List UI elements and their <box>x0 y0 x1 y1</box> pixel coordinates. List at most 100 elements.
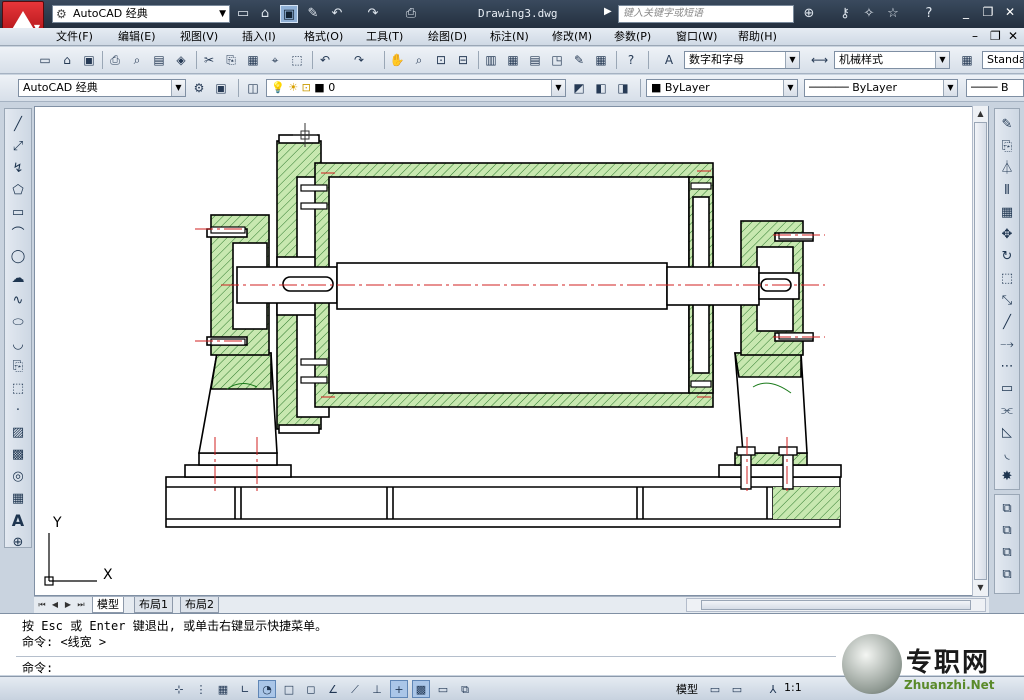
binoculars-icon[interactable]: ⊕ <box>800 5 818 23</box>
polyline-icon[interactable]: ↯ <box>8 159 28 179</box>
open-folder-icon[interactable]: ⌂ <box>256 5 274 23</box>
help-icon[interactable]: ? <box>622 51 640 69</box>
prev-tab-icon[interactable]: ◀ <box>49 598 61 611</box>
scrollbar-thumb[interactable] <box>701 600 971 610</box>
new-icon[interactable]: ▭ <box>36 51 54 69</box>
doc-close-icon[interactable]: ✕ <box>1008 29 1018 43</box>
region-icon[interactable]: ◎ <box>8 467 28 487</box>
menu-file[interactable]: 文件(F) <box>56 29 93 45</box>
text-style-select[interactable]: 数字和字母 ▼ <box>684 51 800 69</box>
send-under-icon[interactable]: ⧉ <box>997 565 1017 585</box>
horizontal-scrollbar[interactable] <box>686 598 986 612</box>
layer-properties-icon[interactable]: ◫ <box>244 79 262 97</box>
insert-block-icon[interactable]: ⎘ <box>8 357 28 377</box>
open-icon[interactable]: ⌂ <box>58 51 76 69</box>
print-icon[interactable]: ⎙ <box>402 5 420 23</box>
redo-icon[interactable]: ↷ <box>350 51 368 69</box>
spline-icon[interactable]: ∿ <box>8 291 28 311</box>
copy-icon[interactable]: ⎘ <box>222 51 240 69</box>
color-select[interactable]: ■ ByLayer ▼ <box>646 79 798 97</box>
extend-icon[interactable]: ⤍ <box>997 335 1017 355</box>
ellipse-arc-icon[interactable]: ◡ <box>8 335 28 355</box>
make-block-icon[interactable]: ⬚ <box>8 379 28 399</box>
send-to-back-icon[interactable]: ⧉ <box>997 521 1017 541</box>
match-properties-icon[interactable]: ⌖ <box>266 51 284 69</box>
paste-icon[interactable]: ▦ <box>244 51 262 69</box>
infer-constraints-icon[interactable]: ⊹ <box>170 680 188 698</box>
save-icon[interactable]: ▣ <box>280 5 298 23</box>
layer-state-icon[interactable]: ◨ <box>614 79 632 97</box>
explode-icon[interactable]: ✸ <box>997 467 1017 487</box>
transparency-icon[interactable]: ▩ <box>412 680 430 698</box>
workspace-select[interactable]: AutoCAD 经典 ▼ <box>18 79 186 97</box>
break-at-point-icon[interactable]: ⋯ <box>997 357 1017 377</box>
scroll-down-icon[interactable]: ▼ <box>973 580 988 595</box>
3d-dwf-icon[interactable]: ◈ <box>172 51 190 69</box>
key-icon[interactable]: ⚷ <box>836 5 854 23</box>
block-editor-icon[interactable]: ⬚ <box>288 51 306 69</box>
scroll-up-icon[interactable]: ▲ <box>973 106 988 121</box>
revision-cloud-icon[interactable]: ☁ <box>8 269 28 289</box>
line-icon[interactable]: ╱ <box>8 115 28 135</box>
object-snap-icon[interactable]: □ <box>280 680 298 698</box>
help-icon[interactable]: ? <box>920 5 938 23</box>
quick-properties-icon[interactable]: ▭ <box>434 680 452 698</box>
menu-edit[interactable]: 编辑(E) <box>118 29 156 45</box>
save-as-icon[interactable]: ✎ <box>304 5 322 23</box>
lineweight-icon[interactable]: + <box>390 680 408 698</box>
join-icon[interactable]: ⫘ <box>997 401 1017 421</box>
linetype-select[interactable]: ────── ByLayer ▼ <box>804 79 958 97</box>
allow-ucs-icon[interactable]: ⟋ <box>346 680 364 698</box>
bring-above-icon[interactable]: ⧉ <box>997 543 1017 563</box>
undo-icon[interactable]: ↶ <box>328 5 346 23</box>
sheet-set-icon[interactable]: ◳ <box>548 51 566 69</box>
arc-icon[interactable]: ⌒ <box>8 225 28 245</box>
model-space-label[interactable]: 模型 <box>676 681 698 697</box>
table-style-icon[interactable]: ▦ <box>958 51 976 69</box>
dim-style-icon[interactable]: ⟷ <box>810 51 828 69</box>
bring-to-front-icon[interactable]: ⧉ <box>997 499 1017 519</box>
erase-icon[interactable]: ✎ <box>997 115 1017 135</box>
menu-dimension[interactable]: 标注(N) <box>490 29 529 45</box>
selection-cycling-icon[interactable]: ⧉ <box>456 680 474 698</box>
array-icon[interactable]: ▦ <box>997 203 1017 223</box>
polygon-icon[interactable]: ⬠ <box>8 181 28 201</box>
tab-layout2[interactable]: 布局2 <box>180 597 219 613</box>
doc-restore-icon[interactable]: ❐ <box>990 29 1001 43</box>
drawing-canvas[interactable]: Y X <box>34 106 989 596</box>
cut-icon[interactable]: ✂ <box>200 51 218 69</box>
dim-style-select[interactable]: 机械样式 ▼ <box>834 51 950 69</box>
customize-icon[interactable]: ▣ <box>212 79 230 97</box>
layer-select[interactable]: 💡 ☀ ⊡ ■ 0 ▼ <box>266 79 566 97</box>
chamfer-icon[interactable]: ◺ <box>997 423 1017 443</box>
design-center-icon[interactable]: ▦ <box>504 51 522 69</box>
next-tab-icon[interactable]: ▶ <box>62 598 74 611</box>
break-icon[interactable]: ▭ <box>997 379 1017 399</box>
table-style-select[interactable]: Standa <box>982 51 1024 69</box>
menu-tools[interactable]: 工具(T) <box>366 29 403 45</box>
first-tab-icon[interactable]: ⏮ <box>36 598 48 611</box>
quickcalc-icon[interactable]: ▦ <box>592 51 610 69</box>
preview-icon[interactable]: ⌕ <box>128 51 146 69</box>
copy-object-icon[interactable]: ⎘ <box>997 137 1017 157</box>
menu-help[interactable]: 帮助(H) <box>738 29 777 45</box>
annotation-scale-icon[interactable]: ⅄ <box>764 680 782 698</box>
zoom-window-icon[interactable]: ⊡ <box>432 51 450 69</box>
ellipse-icon[interactable]: ⬭ <box>8 313 28 333</box>
tab-model[interactable]: 模型 <box>92 597 124 613</box>
add-selected-icon[interactable]: ⊕ <box>8 533 28 553</box>
scrollbar-thumb[interactable] <box>974 122 987 580</box>
plot-icon[interactable]: ⎙ <box>106 51 124 69</box>
ortho-icon[interactable]: ∟ <box>236 680 254 698</box>
move-icon[interactable]: ✥ <box>997 225 1017 245</box>
tab-layout1[interactable]: 布局1 <box>134 597 173 613</box>
dynamic-input-icon[interactable]: ⊥ <box>368 680 386 698</box>
close-icon[interactable]: ✕ <box>998 2 1022 22</box>
markup-icon[interactable]: ✎ <box>570 51 588 69</box>
doc-minimize-icon[interactable]: – <box>972 29 978 43</box>
new-file-icon[interactable]: ▭ <box>234 5 252 23</box>
multiline-text-icon[interactable]: A <box>8 511 28 531</box>
circle-icon[interactable]: ◯ <box>8 247 28 267</box>
polar-tracking-icon[interactable]: ◔ <box>258 680 276 698</box>
menu-modify[interactable]: 修改(M) <box>552 29 592 45</box>
